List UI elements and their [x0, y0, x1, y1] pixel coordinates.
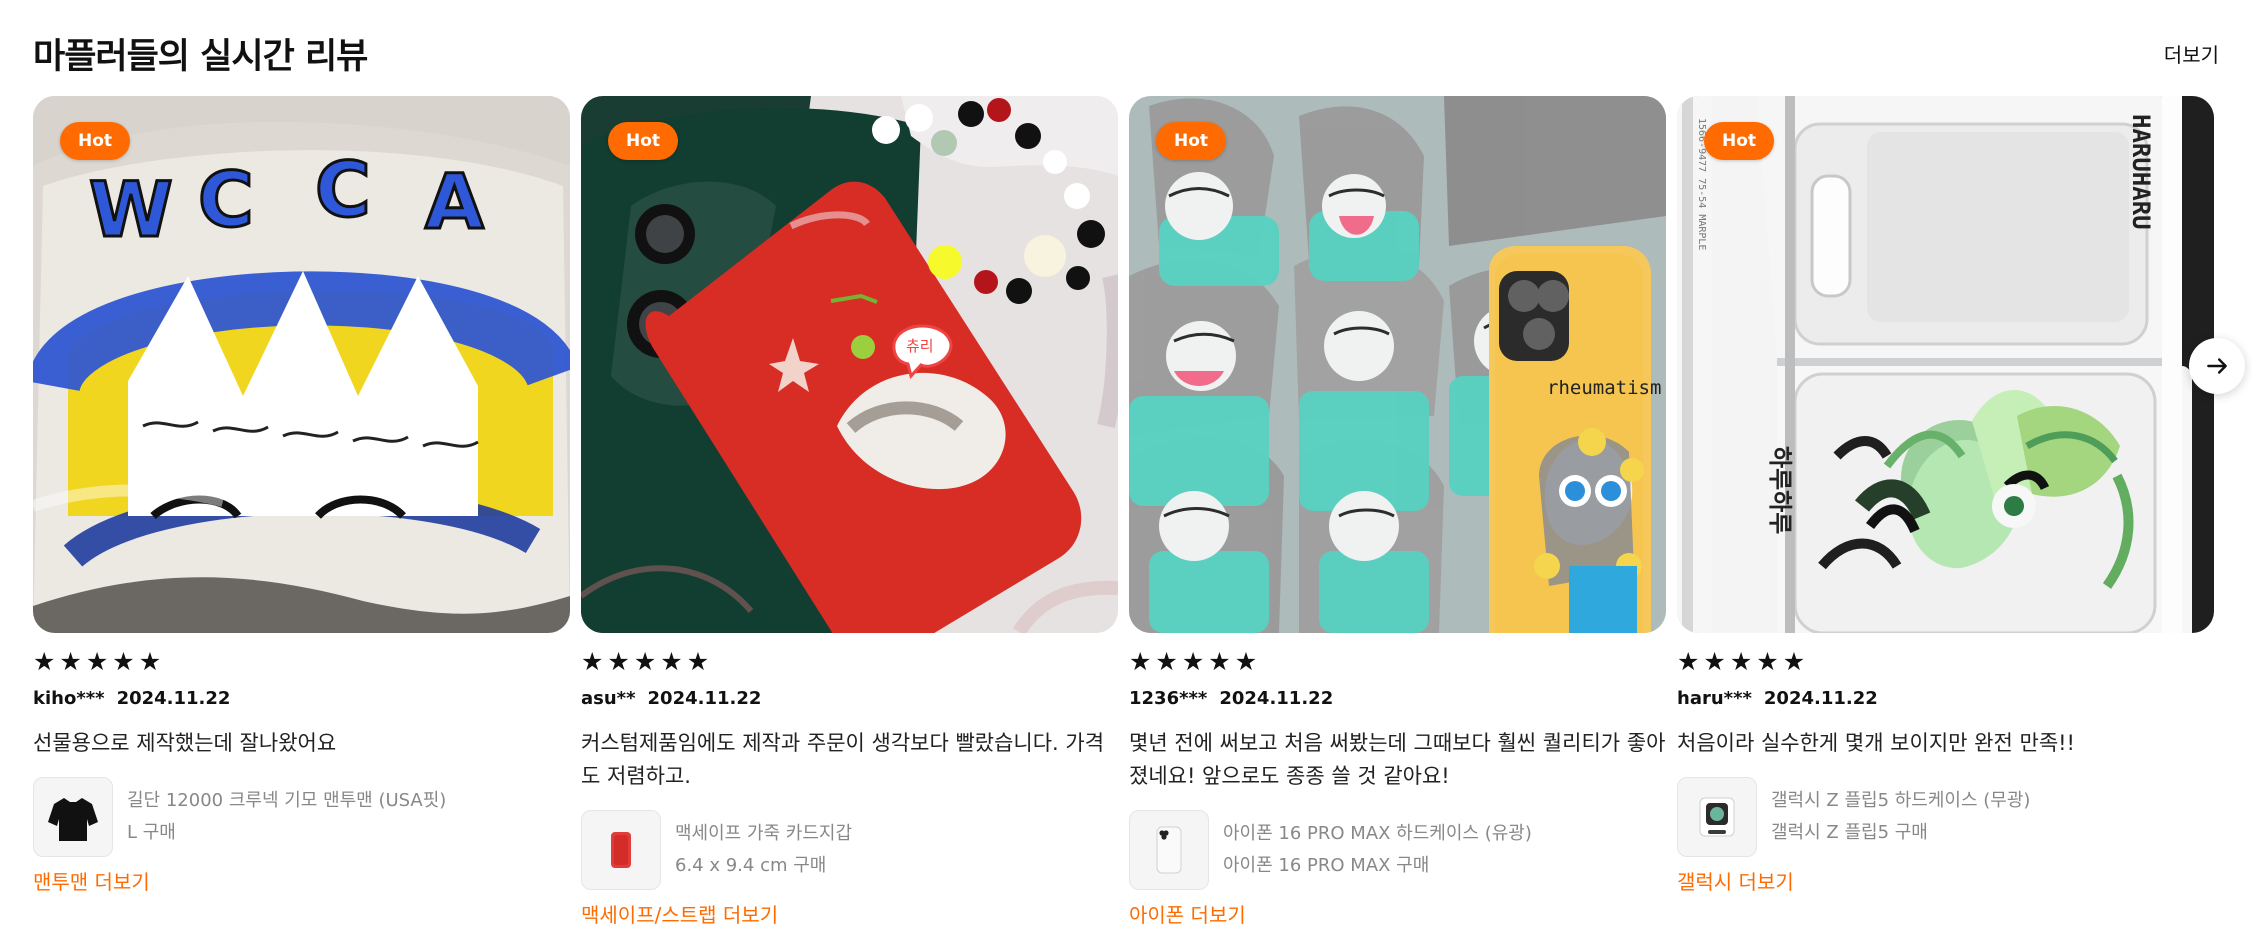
product-thumbnail[interactable]	[1677, 777, 1757, 857]
arrow-right-icon	[2207, 358, 2227, 374]
star-icon: ★	[59, 646, 82, 676]
product-option: 아이폰 16 PRO MAX 구매	[1223, 855, 1430, 876]
flip-case-icon	[1699, 797, 1735, 837]
product-thumbnail[interactable]	[581, 810, 661, 890]
product-option: L 구매	[127, 822, 176, 843]
review-author: 1236***	[1129, 687, 1208, 709]
flip-case-photo: HARUHARU 1566-9477 75-54 MARPLE 하루하루	[1677, 96, 2214, 633]
svg-text:rheumatism: rheumatism	[1547, 377, 1661, 399]
reviews-section: 마플러들의 실시간 리뷰 더보기 W C C A Hot ★ ★ ★ ★ ★ k…	[0, 0, 2252, 940]
svg-text:츄리: 츄리	[906, 337, 934, 355]
review-meta: kiho*** 2024.11.22	[33, 683, 570, 713]
svg-text:W: W	[89, 165, 173, 254]
review-photo-phonecase[interactable]: rheumatism Hot	[1129, 96, 1666, 633]
product-lines: 아이폰 16 PRO MAX 하드케이스 (유광) 아이폰 16 PRO MAX…	[1223, 821, 1532, 879]
more-link[interactable]: 더보기	[2164, 39, 2219, 68]
star-icon: ★	[633, 646, 657, 676]
review-photo-flipcase[interactable]: HARUHARU 1566-9477 75-54 MARPLE 하루하루 Hot	[1677, 96, 2214, 633]
star-icon: ★	[1181, 646, 1205, 676]
rating-stars: ★ ★ ★ ★ ★	[581, 647, 1118, 675]
category-more-link[interactable]: 갤럭시 더보기	[1677, 866, 1794, 895]
review-card-4[interactable]: HARUHARU 1566-9477 75-54 MARPLE 하루하루 Hot…	[1677, 96, 2214, 936]
product-thumbnail[interactable]	[1129, 810, 1209, 890]
svg-text:하루하루: 하루하루	[1766, 446, 1794, 534]
product-lines: 맥세이프 가죽 카드지갑 6.4 x 9.4 cm 구매	[675, 821, 852, 879]
product-lines: 갤럭시 Z 플립5 하드케이스 (무광) 갤럭시 Z 플립5 구매	[1771, 788, 2030, 846]
rating-stars: ★ ★ ★ ★ ★	[33, 647, 570, 675]
review-card-3[interactable]: rheumatism Hot ★ ★ ★ ★ ★ 1236*** 2024.11…	[1129, 96, 1666, 936]
product-thumbnail[interactable]	[33, 777, 113, 857]
product-name: 갤럭시 Z 플립5 하드케이스 (무광)	[1771, 790, 2031, 811]
star-icon: ★	[85, 646, 109, 676]
star-icon: ★	[1155, 646, 1178, 676]
star-icon: ★	[607, 646, 630, 676]
rating-stars: ★ ★ ★ ★ ★	[1129, 647, 1666, 675]
hot-badge: Hot	[1156, 122, 1226, 160]
star-icon: ★	[138, 646, 162, 676]
svg-text:C: C	[198, 155, 254, 244]
star-icon: ★	[1729, 646, 1753, 676]
product-info: 갤럭시 Z 플립5 하드케이스 (무광) 갤럭시 Z 플립5 구매	[1677, 776, 2214, 858]
review-meta: 1236*** 2024.11.22	[1129, 683, 1666, 713]
category-more-link[interactable]: 아이폰 더보기	[1129, 899, 1246, 928]
review-photo-sweatshirt[interactable]: W C C A Hot	[33, 96, 570, 633]
sweatshirt-photo: W C C A	[33, 96, 570, 633]
hot-badge: Hot	[1704, 122, 1774, 160]
review-author: asu**	[581, 687, 636, 709]
category-more-link[interactable]: 맥세이프/스트랩 더보기	[581, 899, 778, 928]
star-icon: ★	[1129, 646, 1152, 676]
star-icon: ★	[1782, 646, 1806, 676]
product-info: 길단 12000 크루넥 기모 맨투맨 (USA핏) L 구매	[33, 776, 570, 858]
review-meta: asu** 2024.11.22	[581, 683, 1118, 713]
product-info: 아이폰 16 PRO MAX 하드케이스 (유광) 아이폰 16 PRO MAX…	[1129, 809, 1666, 891]
svg-text:HARUHARU: HARUHARU	[2127, 114, 2155, 230]
svg-text:A: A	[425, 157, 484, 246]
star-icon: ★	[1703, 646, 1726, 676]
star-icon: ★	[1234, 646, 1258, 676]
card-wallet-icon	[611, 832, 631, 868]
product-option: 6.4 x 9.4 cm 구매	[675, 855, 827, 876]
review-date: 2024.11.22	[647, 687, 762, 709]
product-name: 맥세이프 가죽 카드지갑	[675, 823, 853, 844]
star-icon: ★	[112, 646, 135, 676]
svg-text:C: C	[315, 145, 371, 234]
next-button[interactable]	[2189, 338, 2245, 394]
review-date: 2024.11.22	[116, 687, 231, 709]
category-more-link[interactable]: 맨투맨 더보기	[33, 866, 150, 895]
star-icon: ★	[660, 646, 683, 676]
star-icon: ★	[1756, 646, 1779, 676]
product-name: 길단 12000 크루넥 기모 맨투맨 (USA핏)	[127, 790, 447, 811]
hot-badge: Hot	[60, 122, 130, 160]
review-meta: haru*** 2024.11.22	[1677, 683, 2214, 713]
review-author: kiho***	[33, 687, 105, 709]
star-icon: ★	[1677, 646, 1700, 676]
card-wallet-photo: 츄리	[581, 96, 1118, 633]
review-card-2[interactable]: 츄리 Hot ★ ★ ★ ★ ★ asu** 2024.11.22 커스텀제품임…	[581, 96, 1118, 936]
review-carousel: W C C A Hot ★ ★ ★ ★ ★ kiho*** 2024.11.22…	[33, 96, 2219, 936]
star-icon: ★	[1208, 646, 1231, 676]
product-info: 맥세이프 가죽 카드지갑 6.4 x 9.4 cm 구매	[581, 809, 1118, 891]
section-title: 마플러들의 실시간 리뷰	[33, 36, 368, 77]
phone-case-photo: rheumatism	[1129, 96, 1666, 633]
section-header: 마플러들의 실시간 리뷰 더보기	[33, 28, 2219, 78]
product-option: 갤럭시 Z 플립5 구매	[1771, 822, 1928, 843]
phone-case-icon	[1156, 826, 1182, 874]
review-photo-cardwallet[interactable]: 츄리 Hot	[581, 96, 1118, 633]
review-text: 처음이라 실수한게 몇개 보이지만 완전 만족!!	[1677, 731, 2075, 755]
review-text: 몇년 전에 써보고 처음 써봤는데 그때보다 훨씬 퀄리티가 좋아졌네요! 앞으…	[1129, 731, 1666, 788]
product-name: 아이폰 16 PRO MAX 하드케이스 (유광)	[1223, 823, 1532, 844]
star-icon: ★	[686, 646, 710, 676]
star-icon: ★	[33, 646, 56, 676]
rating-stars: ★ ★ ★ ★ ★	[1677, 647, 2214, 675]
sweatshirt-icon	[48, 798, 98, 841]
review-date: 2024.11.22	[1763, 687, 1878, 709]
hot-badge: Hot	[608, 122, 678, 160]
review-text: 선물용으로 제작했는데 잘나왔어요	[33, 731, 337, 755]
star-icon: ★	[581, 646, 604, 676]
review-author: haru***	[1677, 687, 1752, 709]
review-date: 2024.11.22	[1219, 687, 1334, 709]
product-lines: 길단 12000 크루넥 기모 맨투맨 (USA핏) L 구매	[127, 788, 446, 846]
review-text: 커스텀제품임에도 제작과 주문이 생각보다 빨랐습니다. 가격도 저렴하고.	[581, 731, 1105, 788]
review-card-1[interactable]: W C C A Hot ★ ★ ★ ★ ★ kiho*** 2024.11.22…	[33, 96, 570, 936]
